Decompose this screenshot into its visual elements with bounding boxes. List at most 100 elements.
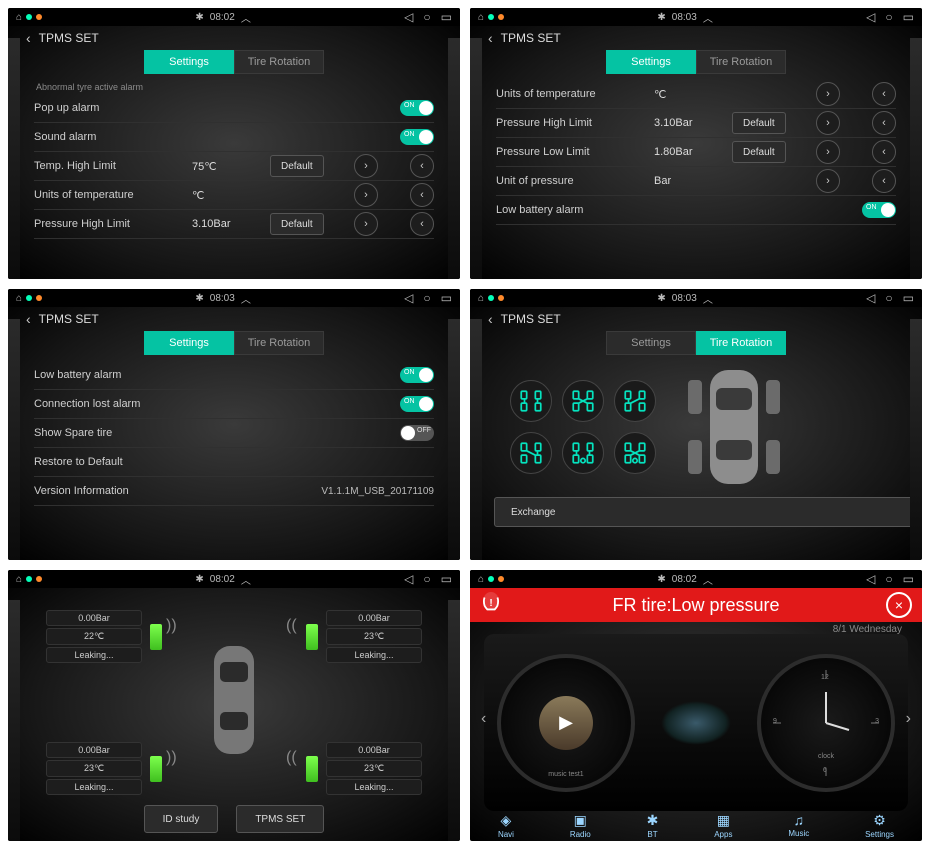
prev-button[interactable]: ‹ <box>872 82 896 106</box>
android-recent-icon[interactable]: ▭ <box>903 291 914 305</box>
android-recent-icon[interactable]: ▭ <box>903 572 914 586</box>
label-press-high: Pressure High Limit <box>496 117 646 129</box>
car-top-view <box>174 640 294 760</box>
nav-music[interactable]: ♫Music <box>788 812 809 839</box>
value-press-low: 1.80Bar <box>654 146 724 158</box>
value-temp-unit: ℃ <box>192 189 262 202</box>
toggle-low-battery[interactable]: ON <box>400 367 434 383</box>
nav-radio[interactable]: ▣Radio <box>570 812 591 839</box>
default-button[interactable]: Default <box>732 141 786 163</box>
default-button[interactable]: Default <box>270 213 324 235</box>
android-back-icon[interactable]: ◁ <box>404 572 413 586</box>
battery-icon <box>306 756 318 782</box>
android-recent-icon[interactable]: ▭ <box>903 10 914 24</box>
prev-button[interactable]: ‹ <box>872 111 896 135</box>
android-back-icon[interactable]: ◁ <box>866 291 875 305</box>
rotation-pattern-2[interactable] <box>562 380 604 422</box>
media-next-icon[interactable]: › <box>906 710 911 728</box>
back-icon[interactable]: ‹ <box>488 311 493 327</box>
android-recent-icon[interactable]: ▭ <box>441 10 452 24</box>
tpms-set-button[interactable]: TPMS SET <box>236 805 324 833</box>
prev-button[interactable]: ‹ <box>410 183 434 207</box>
status-bar: ⌂ ✱08:03︿ ◁○▭ <box>8 289 460 307</box>
page-title: TPMS SET <box>501 312 561 326</box>
tire-fl-status: Leaking... <box>46 647 142 663</box>
id-study-button[interactable]: ID study <box>144 805 219 833</box>
value-press-unit: Bar <box>654 175 724 187</box>
tire-rl-pressure: 0.00Bar <box>46 742 142 758</box>
next-button[interactable]: › <box>816 140 840 164</box>
bluetooth-icon: ✱ <box>657 12 665 23</box>
toggle-low-battery[interactable]: ON <box>862 202 896 218</box>
status-bar: ⌂ ✱08:03︿ ◁○▭ <box>470 289 922 307</box>
value-temp-unit: ℃ <box>654 88 724 101</box>
back-icon[interactable]: ‹ <box>26 311 31 327</box>
prev-button[interactable]: ‹ <box>872 169 896 193</box>
prev-button[interactable]: ‹ <box>410 212 434 236</box>
tab-tire-rotation[interactable]: Tire Rotation <box>696 50 786 74</box>
tire-fr: 0.00Bar 23℃ Leaking... (( <box>326 610 422 665</box>
nav-navi[interactable]: ◈Navi <box>498 812 514 839</box>
car-front-icon <box>661 701 731 745</box>
android-back-icon[interactable]: ◁ <box>404 291 413 305</box>
clock-text: 08:02 <box>210 12 235 23</box>
radio-icon: ▣ <box>574 812 587 829</box>
android-home-icon[interactable]: ○ <box>885 572 892 586</box>
android-back-icon[interactable]: ◁ <box>866 572 875 586</box>
android-home-icon[interactable]: ○ <box>423 291 430 305</box>
android-home-icon[interactable]: ○ <box>423 10 430 24</box>
tab-settings[interactable]: Settings <box>606 331 696 355</box>
tab-tire-rotation[interactable]: Tire Rotation <box>234 50 324 74</box>
tab-settings[interactable]: Settings <box>606 50 696 74</box>
rotation-pattern-4[interactable] <box>510 432 552 474</box>
android-home-icon[interactable]: ○ <box>885 10 892 24</box>
launcher-nav: ◈Navi ▣Radio ✱BT ▦Apps ♫Music ⚙Settings <box>470 812 922 839</box>
media-gauge[interactable]: ▶ music test1 <box>497 654 635 792</box>
row-restore-default[interactable]: Restore to Default <box>34 448 434 477</box>
nav-settings[interactable]: ⚙Settings <box>865 812 894 839</box>
default-button[interactable]: Default <box>270 155 324 177</box>
chevron-up-icon[interactable]: ︿ <box>241 10 251 25</box>
android-home-icon[interactable]: ○ <box>885 291 892 305</box>
car-top-view <box>674 367 794 487</box>
next-button[interactable]: › <box>816 111 840 135</box>
android-recent-icon[interactable]: ▭ <box>441 572 452 586</box>
next-button[interactable]: › <box>816 169 840 193</box>
android-back-icon[interactable]: ◁ <box>404 10 413 24</box>
rotation-pattern-6[interactable] <box>614 432 656 474</box>
rotation-pattern-1[interactable] <box>510 380 552 422</box>
rotation-pattern-3[interactable] <box>614 380 656 422</box>
tab-tire-rotation[interactable]: Tire Rotation <box>696 331 786 355</box>
close-alert-button[interactable]: × <box>886 592 912 618</box>
song-label: music test1 <box>548 771 583 778</box>
toggle-popup-alarm[interactable]: ON <box>400 100 434 116</box>
next-button[interactable]: › <box>354 183 378 207</box>
next-button[interactable]: › <box>354 212 378 236</box>
media-prev-icon[interactable]: ‹ <box>481 710 486 728</box>
android-recent-icon[interactable]: ▭ <box>441 291 452 305</box>
tab-settings[interactable]: Settings <box>144 331 234 355</box>
toggle-spare-tire[interactable]: OFF <box>400 425 434 441</box>
tab-tire-rotation[interactable]: Tire Rotation <box>234 331 324 355</box>
toggle-conn-lost[interactable]: ON <box>400 396 434 412</box>
default-button[interactable]: Default <box>732 112 786 134</box>
page-title: TPMS SET <box>39 312 99 326</box>
label-low-battery: Low battery alarm <box>34 369 184 381</box>
android-home-icon[interactable]: ○ <box>423 572 430 586</box>
chevron-up-icon[interactable]: ︿ <box>703 10 713 25</box>
android-back-icon[interactable]: ◁ <box>866 10 875 24</box>
nav-apps[interactable]: ▦Apps <box>714 812 732 839</box>
toggle-sound-alarm[interactable]: ON <box>400 129 434 145</box>
label-spare-tire: Show Spare tire <box>34 427 184 439</box>
clock-gauge[interactable]: 12369 clock <box>757 654 895 792</box>
next-button[interactable]: › <box>816 82 840 106</box>
prev-button[interactable]: ‹ <box>872 140 896 164</box>
prev-button[interactable]: ‹ <box>410 154 434 178</box>
exchange-button[interactable]: Exchange <box>494 497 922 527</box>
back-icon[interactable]: ‹ <box>488 30 493 46</box>
rotation-pattern-5[interactable] <box>562 432 604 474</box>
back-icon[interactable]: ‹ <box>26 30 31 46</box>
tab-settings[interactable]: Settings <box>144 50 234 74</box>
nav-bt[interactable]: ✱BT <box>647 812 659 839</box>
next-button[interactable]: › <box>354 154 378 178</box>
